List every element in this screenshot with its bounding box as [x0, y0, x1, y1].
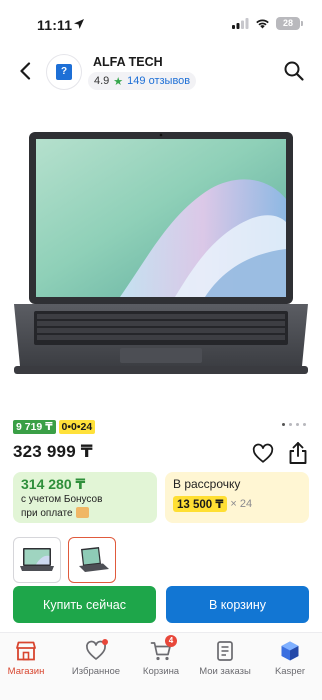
- battery-level: 28: [282, 18, 293, 28]
- product-image[interactable]: [0, 104, 322, 404]
- chevron-left-icon: [20, 62, 31, 80]
- tab-label: Магазин: [7, 666, 45, 677]
- favorite-button[interactable]: [252, 443, 274, 465]
- heart-icon: [252, 443, 274, 463]
- share-button[interactable]: [287, 441, 309, 465]
- image-pager: [282, 423, 306, 426]
- installment-title: В рассрочку: [173, 477, 241, 491]
- store-icon: [16, 641, 36, 661]
- buy-now-button[interactable]: Купить сейчас: [13, 586, 156, 623]
- store-logo[interactable]: ?: [46, 54, 82, 90]
- payment-badges: 9 719 ₸ 0•0•24: [13, 420, 96, 434]
- signal-icon: [232, 18, 249, 29]
- tab-label: Kasper: [274, 666, 306, 677]
- tab-label: Мои заказы: [199, 666, 251, 677]
- laptop-thumbnail-icon: [79, 547, 109, 572]
- star-icon: ★: [113, 75, 124, 88]
- bonus-note-line1: с учетом Бонусов: [21, 494, 103, 505]
- search-icon: [284, 61, 304, 81]
- status-bar: 11:11 28: [0, 0, 322, 44]
- pager-dot: [282, 423, 285, 426]
- pager-dot: [296, 423, 299, 426]
- thumbnail-angle[interactable]: [68, 537, 116, 583]
- share-icon: [289, 442, 307, 464]
- heart-icon: [84, 639, 108, 663]
- status-time: 11:11: [37, 17, 73, 33]
- image-thumbnails: [13, 537, 116, 583]
- tab-label: Корзина: [142, 666, 180, 677]
- notification-dot: [102, 639, 108, 645]
- laptop-illustration: [14, 132, 308, 374]
- pager-dot: [303, 423, 306, 426]
- back-button[interactable]: [12, 58, 38, 84]
- bonus-price: 314 280 ₸: [21, 476, 86, 492]
- laptop-thumbnail-icon: [20, 548, 54, 571]
- bottom-tab-bar: Магазин Избранное 4 Корзина Мои заказы K…: [0, 632, 322, 700]
- rating-value: 4.9: [94, 75, 110, 87]
- battery-icon: 28: [276, 17, 303, 30]
- installment-badge: 0•0•24: [58, 420, 96, 434]
- bonus-note-line2: при оплате: [21, 508, 73, 519]
- rating-pill[interactable]: 4.9 ★ 149 отзывов: [88, 72, 197, 90]
- cart-count-badge: 4: [165, 635, 177, 647]
- bonus-price-card[interactable]: 314 280 ₸ с учетом Бонусов при оплате: [13, 472, 157, 523]
- kaspi-card-icon: [75, 507, 89, 518]
- placeholder-image-icon: ?: [56, 64, 72, 80]
- store-header: ? ALFA TECH 4.9 ★ 149 отзывов: [0, 46, 322, 98]
- tab-orders[interactable]: Мои заказы: [193, 639, 257, 677]
- product-price: 323 999 ₸: [13, 442, 93, 461]
- add-to-cart-button[interactable]: В корзину: [166, 586, 309, 623]
- cart-icon: 4: [149, 635, 177, 663]
- search-button[interactable]: [282, 59, 306, 83]
- kasper-icon: [281, 641, 299, 661]
- tab-store[interactable]: Магазин: [0, 639, 58, 677]
- installment-card[interactable]: В рассрочку 13 500 ₸ × 24: [165, 472, 309, 523]
- tab-label: Избранное: [71, 666, 121, 677]
- monthly-payment-badge: 9 719 ₸: [13, 420, 56, 434]
- status-indicators: 28: [232, 17, 303, 30]
- pager-dot: [289, 423, 292, 426]
- reviews-link[interactable]: 149 отзывов: [127, 75, 190, 87]
- installment-term: × 24: [230, 498, 253, 510]
- bonus-note-row: при оплате: [21, 507, 149, 521]
- installment-amount: 13 500 ₸: [173, 496, 228, 512]
- orders-icon: [217, 641, 233, 661]
- thumbnail-front[interactable]: [13, 537, 61, 583]
- wifi-icon: [256, 19, 269, 29]
- location-arrow-icon: [74, 19, 84, 29]
- tab-cart[interactable]: 4 Корзина: [129, 635, 193, 677]
- tab-kasper[interactable]: Kasper: [258, 639, 322, 677]
- store-name[interactable]: ALFA TECH: [93, 55, 163, 69]
- tab-favorites[interactable]: Избранное: [64, 639, 128, 677]
- installment-row: 13 500 ₸ × 24: [173, 496, 301, 512]
